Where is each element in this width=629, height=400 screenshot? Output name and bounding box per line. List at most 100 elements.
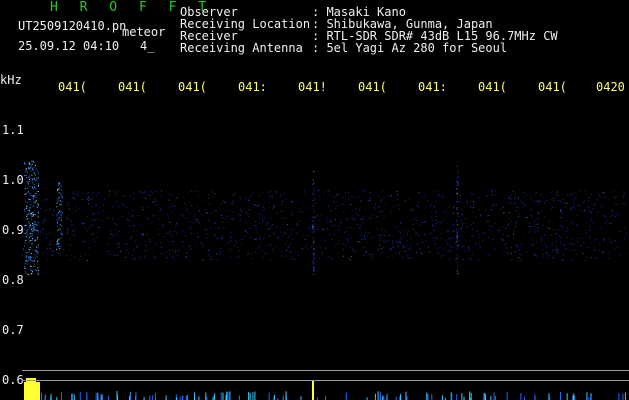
noise-speckle [262, 249, 264, 251]
meteor-echo [29, 249, 31, 251]
noise-speckle [416, 205, 418, 207]
meteor-echo [32, 227, 34, 229]
noise-speckle [289, 230, 291, 232]
noise-speckle [378, 206, 380, 208]
noise-speckle [533, 252, 535, 254]
noise-speckle [349, 258, 351, 260]
meteor-echo [37, 185, 39, 187]
noise-speckle [87, 195, 89, 197]
noise-speckle [81, 199, 83, 201]
noise-speckle [461, 235, 463, 237]
noise-speckle [281, 218, 283, 220]
noise-speckle [380, 245, 382, 247]
noise-speckle [603, 238, 605, 240]
noise-speckle [309, 229, 311, 231]
noise-speckle [38, 206, 40, 208]
meteor-echo [31, 253, 33, 255]
noise-speckle [253, 204, 255, 206]
noise-speckle [319, 219, 321, 221]
noise-speckle [210, 227, 212, 229]
noise-speckle [384, 234, 386, 236]
noise-speckle [613, 249, 615, 251]
noise-speckle [378, 249, 380, 251]
noise-speckle [313, 211, 315, 213]
noise-speckle [166, 232, 168, 234]
noise-speckle [83, 223, 85, 225]
noise-speckle [45, 258, 47, 260]
noise-speckle [338, 226, 340, 228]
meteor-echo [58, 243, 60, 245]
meteor-echo [33, 161, 35, 163]
level-trace [586, 392, 588, 400]
noise-speckle [345, 237, 347, 239]
noise-speckle [357, 242, 359, 244]
noise-speckle [136, 246, 138, 248]
noise-speckle [159, 209, 161, 211]
level-trace [135, 392, 137, 400]
noise-speckle [505, 227, 507, 229]
noise-speckle [487, 229, 489, 231]
noise-speckle [312, 205, 314, 207]
noise-speckle [230, 240, 232, 242]
level-trace [97, 392, 99, 400]
noise-speckle [222, 221, 224, 223]
noise-speckle [224, 201, 226, 203]
signal-streak [456, 231, 458, 233]
noise-speckle [147, 206, 149, 208]
noise-speckle [566, 203, 568, 205]
noise-speckle [149, 240, 151, 242]
noise-speckle [69, 259, 71, 261]
noise-speckle [392, 235, 394, 237]
noise-speckle [478, 244, 480, 246]
meteor-echo [28, 176, 30, 178]
noise-speckle [385, 240, 387, 242]
noise-speckle [614, 196, 616, 198]
meteor-echo [57, 184, 59, 186]
noise-speckle [163, 253, 165, 255]
noise-speckle [220, 247, 222, 249]
noise-speckle [501, 209, 503, 211]
signal-streak [457, 181, 459, 183]
noise-speckle [189, 201, 191, 203]
noise-speckle [400, 232, 402, 234]
noise-speckle [138, 190, 140, 192]
meteor-echo [29, 233, 31, 235]
noise-speckle [363, 246, 365, 248]
meteor-echo [57, 200, 59, 202]
noise-speckle [560, 243, 562, 245]
noise-speckle [616, 204, 618, 206]
noise-speckle [32, 204, 34, 206]
noise-speckle [529, 231, 531, 233]
noise-speckle [133, 197, 135, 199]
noise-speckle [621, 191, 623, 193]
noise-speckle [584, 210, 586, 212]
noise-speckle [580, 209, 582, 211]
noise-speckle [221, 235, 223, 237]
noise-speckle [350, 226, 352, 228]
noise-speckle [476, 231, 478, 233]
level-trace [566, 393, 568, 400]
meteor-echo [57, 199, 59, 201]
signal-streak [313, 259, 315, 261]
noise-speckle [381, 202, 383, 204]
noise-speckle [482, 239, 484, 241]
noise-speckle [307, 248, 309, 250]
noise-speckle [255, 221, 257, 223]
noise-speckle [459, 195, 461, 197]
noise-speckle [115, 224, 117, 226]
noise-speckle [589, 229, 591, 231]
meteor-echo [24, 162, 26, 164]
noise-speckle [249, 227, 251, 229]
noise-speckle [400, 222, 402, 224]
noise-speckle [521, 243, 523, 245]
noise-speckle [91, 233, 93, 235]
meteor-echo [59, 248, 61, 250]
noise-speckle [438, 194, 440, 196]
noise-speckle [312, 204, 314, 206]
noise-speckle [147, 218, 149, 220]
noise-speckle [173, 231, 175, 233]
meteor-echo [32, 260, 34, 262]
noise-speckle [294, 258, 296, 260]
noise-speckle [22, 233, 24, 235]
noise-speckle [167, 214, 169, 216]
